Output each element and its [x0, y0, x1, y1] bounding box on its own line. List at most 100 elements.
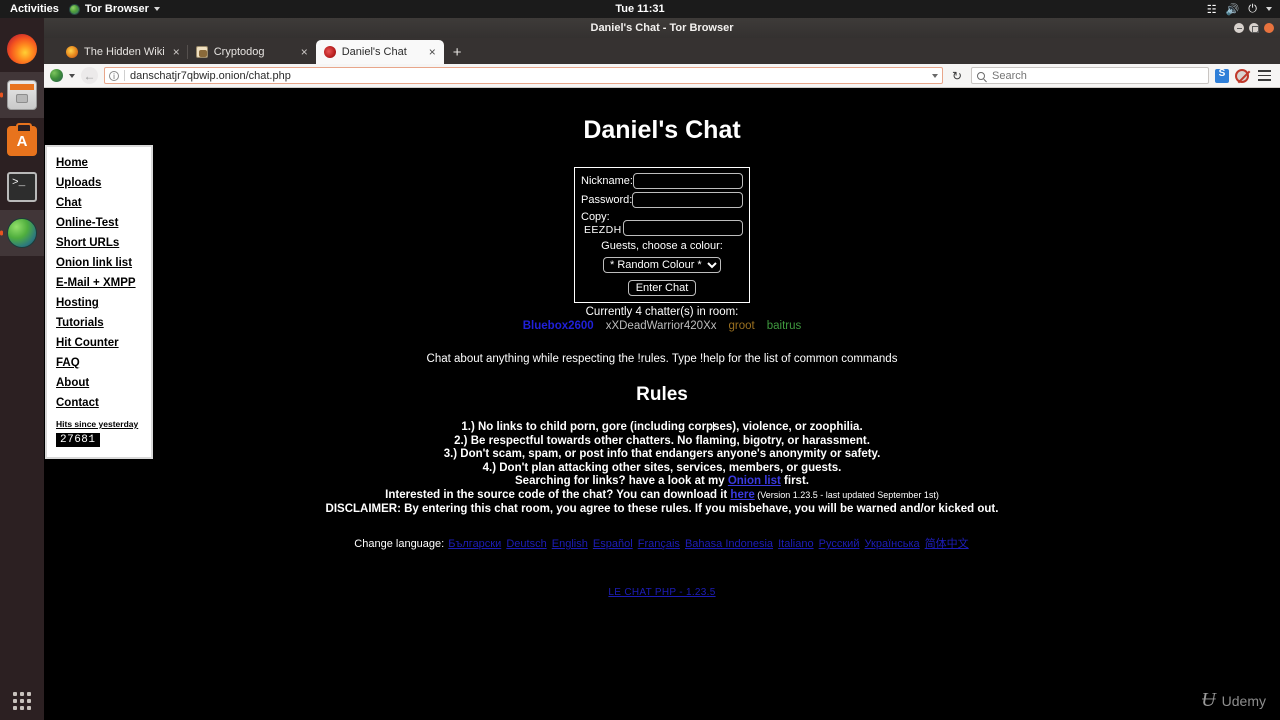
language-link-italiano[interactable]: Italiano — [778, 538, 813, 550]
enter-chat-wrap: Enter Chat — [581, 278, 743, 296]
dock-item-tor-browser[interactable] — [0, 210, 44, 256]
colour-select[interactable]: * Random Colour * — [603, 257, 721, 273]
rules-list: 1.) No links to child porn, gore (includ… — [44, 421, 1280, 516]
language-label: Change language: — [354, 538, 445, 551]
reload-button[interactable]: ↻ — [949, 69, 965, 83]
noscript-icon[interactable] — [1235, 68, 1249, 83]
chevron-down-icon[interactable] — [1266, 7, 1272, 11]
udemy-watermark: Ʉ Udemy — [1201, 689, 1266, 712]
chatter-name[interactable]: Bluebox2600 — [523, 320, 594, 332]
dock-item-terminal[interactable] — [0, 164, 44, 210]
source-version: (Version 1.23.5 - last updated September… — [754, 489, 939, 500]
source-download-link[interactable]: here — [730, 489, 754, 501]
url-bar[interactable]: i danschatjr7qbwip.onion/chat.php — [104, 67, 943, 84]
page-content: Home Uploads Chat Online-Test Short URLs… — [44, 88, 1280, 720]
tab-the-hidden-wiki[interactable]: The Hidden Wiki × — [58, 40, 188, 64]
language-link-english[interactable]: English — [552, 538, 588, 550]
onion-list-line: Searching for links? have a look at my O… — [44, 475, 1280, 489]
back-button[interactable]: ← — [81, 67, 98, 84]
navigation-toolbar: ← i danschatjr7qbwip.onion/chat.php ↻ — [44, 64, 1280, 88]
captcha-row: Copy: EEZDH — [581, 211, 743, 236]
chatter-name[interactable]: baitrus — [767, 320, 802, 332]
files-icon — [7, 80, 37, 110]
window-controls[interactable] — [1234, 23, 1274, 33]
network-icon[interactable]: ☷ — [1207, 3, 1217, 16]
language-link-russian[interactable]: Русский — [819, 538, 860, 550]
language-link-francais[interactable]: Français — [638, 538, 680, 550]
search-input[interactable] — [990, 68, 1203, 83]
chatter-name[interactable]: groot — [729, 320, 755, 332]
dock-item-files[interactable] — [0, 72, 44, 118]
chatters-count: Currently 4 chatter(s) in room: — [585, 306, 739, 318]
url-separator — [124, 70, 125, 81]
onion-list-link[interactable]: Onion list — [728, 475, 781, 487]
colour-select-wrap: * Random Colour * — [581, 255, 743, 273]
clock[interactable]: Tue 11:31 — [0, 3, 1280, 15]
show-applications-button[interactable] — [0, 692, 44, 710]
tor-browser-icon — [7, 218, 37, 248]
torbutton-icon[interactable] — [50, 69, 63, 82]
password-input[interactable] — [632, 192, 743, 208]
terminal-icon — [7, 172, 37, 202]
system-tray[interactable]: ☷ 🔊 ⏻ — [1207, 3, 1272, 16]
raspberry-icon — [323, 46, 336, 58]
enter-chat-button[interactable]: Enter Chat — [627, 280, 697, 296]
language-link-ukrainian[interactable]: Українська — [865, 538, 920, 550]
rule-item: 4.) Don't plan attacking other sites, se… — [482, 461, 842, 474]
language-link-bulgarian[interactable]: Български — [448, 538, 501, 550]
site-info-icon[interactable]: i — [109, 70, 119, 81]
language-link-deutsch[interactable]: Deutsch — [506, 538, 546, 550]
power-icon[interactable]: ⏻ — [1248, 3, 1257, 16]
tab-label: Daniel's Chat — [341, 46, 407, 58]
dock-item-firefox[interactable] — [0, 26, 44, 72]
close-button[interactable] — [1264, 23, 1274, 33]
footer: LE CHAT PHP - 1.23.5 — [44, 587, 1280, 598]
udemy-brand-label: Udemy — [1221, 692, 1266, 709]
udemy-logo-icon: Ʉ — [1201, 689, 1216, 711]
https-everywhere-icon[interactable] — [1215, 68, 1229, 83]
chat-description: Chat about anything while respecting the… — [426, 353, 898, 365]
ubuntu-dock — [0, 18, 44, 720]
volume-icon[interactable]: 🔊 — [1226, 3, 1240, 16]
chevron-down-icon[interactable] — [69, 73, 75, 78]
tab-close-icon[interactable]: × — [299, 46, 310, 58]
tab-label: Cryptodog — [213, 46, 265, 58]
tab-cryptodog[interactable]: Cryptodog × — [186, 40, 316, 64]
apps-grid-icon — [13, 692, 31, 710]
url-text: danschatjr7qbwip.onion/chat.php — [130, 69, 291, 82]
captcha-input[interactable] — [622, 220, 743, 236]
nickname-row: Nickname: — [581, 173, 743, 189]
dock-item-software[interactable] — [0, 118, 44, 164]
colour-label: Guests, choose a colour: — [601, 240, 723, 252]
language-link-indonesia[interactable]: Bahasa Indonesia — [685, 538, 773, 550]
window-title: Daniel's Chat - Tor Browser — [590, 22, 734, 34]
captcha-display: Copy: EEZDH — [581, 211, 623, 236]
chatter-name[interactable]: xXDeadWarrior420Xx — [606, 320, 717, 332]
maximize-button[interactable] — [1249, 23, 1259, 33]
firefox-icon — [7, 34, 37, 64]
captcha-code: EEZDH — [584, 224, 622, 236]
nickname-input[interactable] — [632, 173, 743, 189]
lechat-php-link[interactable]: LE CHAT PHP - 1.23.5 — [608, 587, 715, 598]
tab-close-icon[interactable]: × — [171, 46, 182, 58]
tab-strip: The Hidden Wiki × Cryptodog × Daniel's C… — [44, 38, 1280, 64]
search-icon — [977, 71, 985, 80]
tab-daniels-chat[interactable]: Daniel's Chat × — [315, 40, 444, 64]
cryptodog-icon — [195, 46, 208, 58]
rule-text: 1.) No links to child porn, gore (includ… — [461, 421, 863, 433]
new-tab-button[interactable]: + — [444, 42, 471, 64]
rules-title: Rules — [636, 384, 688, 405]
source-prefix: Interested in the source code of the cha… — [385, 488, 731, 501]
page-title: Daniel's Chat — [583, 116, 741, 144]
chevron-down-icon[interactable] — [931, 73, 938, 78]
language-link-chinese[interactable]: 简体中文 — [925, 538, 969, 550]
window-titlebar: Daniel's Chat - Tor Browser — [44, 18, 1280, 38]
menu-icon[interactable] — [1255, 70, 1274, 81]
minimize-button[interactable] — [1234, 23, 1244, 33]
captcha-label: Copy: — [581, 211, 610, 223]
search-bar[interactable] — [971, 67, 1209, 84]
language-link-espanol[interactable]: Español — [593, 538, 633, 550]
chatters-list: Bluebox2600 xXDeadWarrior420Xx groot baitru… — [44, 320, 1280, 332]
onion-list-suffix: first. — [780, 475, 809, 488]
tab-close-icon[interactable]: × — [427, 46, 438, 58]
